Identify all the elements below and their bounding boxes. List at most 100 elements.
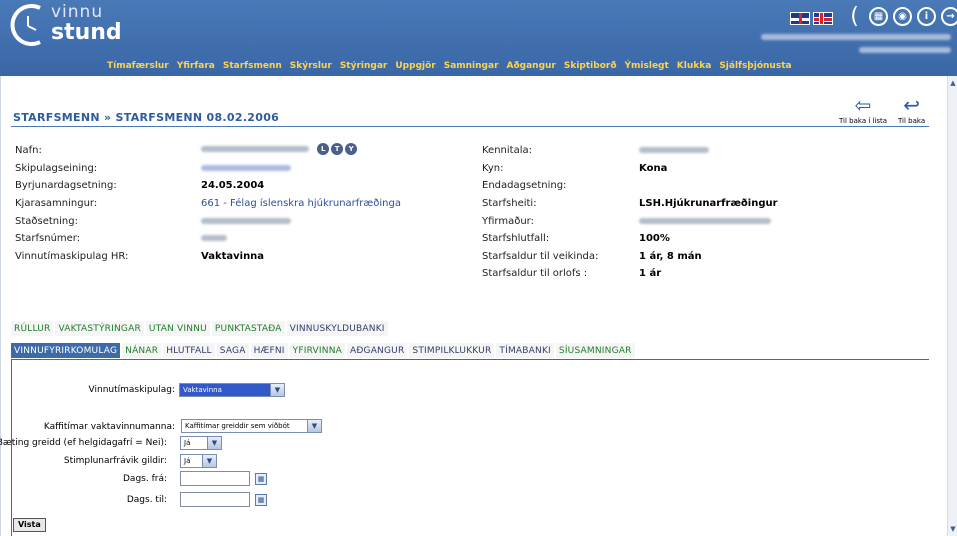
icelandic-flag-icon[interactable] [813, 12, 833, 25]
field-label-starfsaldur-veikinda: Starfsaldur til veikinda: [482, 251, 599, 262]
field-value-vinnutimaskipulag-hr: Vaktavinna [201, 251, 265, 262]
nav-yfirfara[interactable]: Yfirfara [177, 61, 215, 71]
user-info-line-2 [761, 43, 951, 56]
field-label-stadsetning: Staðsetning: [15, 216, 78, 227]
field-value-starfsaldur-orlofs: 1 ár [639, 268, 662, 279]
field-label-kjarasamningur: Kjarasamningur: [15, 198, 98, 209]
nav-starfsmenn[interactable]: Starfsmenn [223, 61, 282, 71]
nav-klukka[interactable]: Klukka [677, 61, 712, 71]
chevron-down-icon: ▼ [270, 384, 284, 396]
field-label-kyn: Kyn: [482, 163, 504, 174]
scroll-down-icon[interactable]: ▼ [948, 524, 957, 534]
title-divider [11, 126, 929, 127]
main-nav: Tímafærslur Yfirfara Starfsmenn Skýrslur… [107, 61, 792, 71]
vinnutimaskipulag-select[interactable]: Vaktavinna ▼ [179, 383, 285, 397]
tab-hlutfall[interactable]: HLUTFALL [163, 343, 215, 358]
tab-vaktastyringar[interactable]: VAKTASTÝRINGAR [55, 321, 144, 336]
field-value-kjarasamningur[interactable]: 661 - Félag íslenskra hjúkrunarfræðinga [201, 198, 401, 209]
dags-til-label: Dags. til: [126, 495, 167, 505]
calendar-icon[interactable]: ▦ [869, 7, 888, 26]
field-value-byrjunardagsetning: 24.05.2004 [201, 180, 265, 191]
nav-ymislegt[interactable]: Ýmislegt [625, 61, 669, 71]
tab-timabanki[interactable]: TÍMABANKI [496, 343, 554, 358]
field-label-skipulagseining: Skipulagseining: [15, 163, 98, 174]
nav-skiptibord[interactable]: Skiptiborð [564, 61, 617, 71]
chevron-down-icon: ▼ [307, 420, 321, 432]
tab-stimpilklukkur[interactable]: STIMPILKLUKKUR [409, 343, 495, 358]
logo-text-vinnu: vinnu [51, 2, 104, 22]
field-label-byrjunardagsetning: Byrjunardagsetning: [15, 180, 117, 191]
nav-uppgjor[interactable]: Uppgjör [395, 61, 435, 71]
dags-fra-input[interactable] [180, 471, 250, 486]
field-value-stadsetning [201, 216, 291, 227]
tab-utan-vinnu[interactable]: UTAN VINNU [145, 321, 210, 336]
dags-til-input[interactable] [180, 492, 250, 507]
nav-sjalfsthjonusta[interactable]: Sjálfsþjónusta [719, 61, 791, 71]
tab-adgangur[interactable]: AÐGANGUR [347, 343, 408, 358]
app-header: vinnu stund ( ▦ ◉ i → Tímafærslur Yfirfa… [0, 0, 957, 76]
field-value-starfsaldur-veikinda: 1 ár, 8 mán [639, 251, 702, 262]
field-value-kennitala [639, 145, 709, 156]
field-value-starfsheiti: LSH.Hjúkrunarfræðingur [639, 198, 778, 209]
kaffitimar-value: Kaffitímar greiddir sem viðbót [185, 422, 290, 430]
nav-styringar[interactable]: Stýringar [340, 61, 388, 71]
field-label-yfirmadur: Yfirmaður: [482, 216, 534, 227]
field-label-starfsaldur-orlofs: Starfsaldur til orlofs : [482, 268, 588, 279]
tab-rullur[interactable]: RÚLLUR [11, 321, 54, 336]
tab-nanar[interactable]: NÁNAR [122, 343, 162, 358]
field-label-starfsnumer: Starfsnúmer: [15, 233, 81, 244]
moon-icon[interactable]: ( [845, 5, 864, 27]
info-icon[interactable]: i [917, 7, 936, 26]
tab-yfirvinna[interactable]: YFIRVINNA [289, 343, 345, 358]
scroll-up-icon[interactable]: ▲ [948, 78, 957, 88]
calendar-picker-icon[interactable]: ▦ [255, 494, 267, 506]
logout-arrow-icon[interactable]: → [941, 7, 957, 26]
page-title: STARFSMENN » STARFSMENN 08.02.2006 [13, 111, 280, 124]
tab-vinnufyrirkomulag[interactable]: VINNUFYRIRKOMULAG [11, 343, 121, 358]
status-badges: L T Y [317, 143, 358, 155]
kaffitimar-select[interactable]: Kaffitímar greiddir sem viðbót ▼ [181, 419, 322, 433]
back-button[interactable]: ↩ Til baka [898, 94, 925, 125]
tab-vinnuskyldubanki[interactable]: VINNUSKYLDUBANKI [286, 321, 388, 336]
save-button[interactable]: Vista [13, 518, 46, 532]
chevron-down-icon: ▼ [207, 437, 221, 449]
tab-punktastada[interactable]: PUNKTASTAÐA [211, 321, 285, 336]
vertical-scrollbar[interactable]: ▲ ▼ [947, 76, 957, 536]
back-arrow-icon: ↩ [903, 93, 920, 117]
vinnustund-logo[interactable]: vinnu stund [6, 2, 126, 48]
tab-saga[interactable]: SAGA [216, 343, 249, 358]
calendar-picker-icon[interactable]: ▦ [255, 473, 267, 485]
nav-timafaerslur[interactable]: Tímafærslur [107, 61, 169, 71]
target-icon[interactable]: ◉ [893, 7, 912, 26]
nav-adgangur[interactable]: Aðgangur [507, 61, 556, 71]
list-back-icon: ⇦ [854, 93, 872, 117]
user-info-line-1 [761, 30, 951, 43]
tab-siusamningar[interactable]: SÍUSAMNINGAR [555, 343, 635, 358]
baeting-label: Bæting greidd (ef helgidagafrí = Nei): [0, 438, 167, 448]
chevron-down-icon: ▼ [202, 455, 216, 467]
field-value-yfirmadur [639, 216, 771, 227]
tab-haefni[interactable]: HÆFNI [250, 343, 288, 358]
dags-fra-label: Dags. frá: [123, 474, 167, 484]
badge-t[interactable]: T [331, 143, 344, 155]
badge-l[interactable]: L [317, 143, 330, 155]
baeting-select[interactable]: Já ▼ [180, 436, 222, 450]
nav-samningar[interactable]: Samningar [444, 61, 499, 71]
field-value-starfshlutfall: 100% [639, 233, 670, 244]
stimplunarfravik-value: Já [184, 457, 191, 465]
vinnutimaskipulag-label: Vinnutímaskipulag: [88, 385, 175, 395]
field-value-skipulagseining[interactable] [201, 163, 291, 174]
tabs-row-2: VINNUFYRIRKOMULAG NÁNAR HLUTFALL SAGA HÆ… [11, 343, 637, 358]
header-icons: ( ▦ ◉ i → [845, 5, 957, 27]
baeting-value: Já [184, 439, 191, 447]
language-flags [790, 12, 833, 25]
name-redacted [201, 146, 309, 152]
field-label-nafn: Nafn: [15, 145, 42, 156]
stimplunarfravik-select[interactable]: Já ▼ [180, 454, 217, 468]
badge-y[interactable]: Y [345, 143, 358, 155]
field-value-nafn: L T Y [201, 143, 358, 155]
back-to-list-button[interactable]: ⇦ Til baka í lista [839, 94, 887, 125]
field-label-kennitala: Kennitala: [482, 145, 532, 156]
nav-skyrslur[interactable]: Skýrslur [290, 61, 332, 71]
english-flag-icon[interactable] [790, 12, 810, 25]
